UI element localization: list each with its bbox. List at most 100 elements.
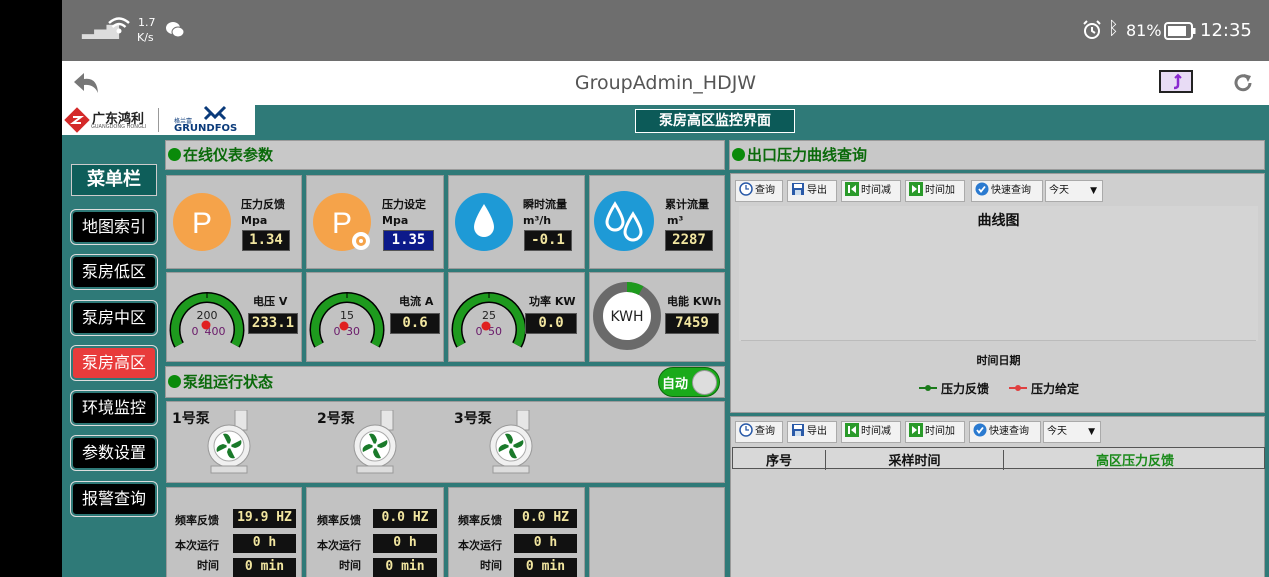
pump-1-stats: 频率反馈 19.9 HZ 本次运行 0 h 时间 0 min	[166, 487, 302, 577]
menu-item-environment[interactable]: 环境监控	[70, 390, 158, 426]
auto-mode-toggle[interactable]: 自动	[658, 367, 720, 397]
curve-export-label: 导出	[807, 185, 827, 196]
pump-1-fan-icon[interactable]	[207, 410, 255, 474]
pressure-setpoint-unit: Mpa	[382, 214, 409, 227]
instant-flow-label: 瞬时流量	[523, 198, 567, 211]
power-gauge-center: 25	[482, 309, 496, 322]
chart-title: 曲线图	[977, 213, 1020, 229]
dropdown-arrow-icon: ▼	[1088, 427, 1095, 437]
pump-3-fan-icon[interactable]	[489, 410, 537, 474]
pump-units-panel: 1号泵 2号泵 3号泵	[166, 401, 725, 483]
voltage-value: 233.1	[248, 313, 298, 334]
logo-divider	[158, 108, 159, 132]
menu-item-map-index[interactable]: 地图索引	[70, 209, 158, 245]
table-range-select[interactable]: 今天 ▼	[1043, 421, 1101, 443]
pressure-feedback-value: 1.34	[242, 230, 290, 251]
clock-icon	[739, 182, 753, 196]
current-gauge: 15 0 30	[309, 292, 385, 348]
page-title: 泵房高区监控界面	[635, 109, 795, 133]
pumps-header: 泵组运行状态	[165, 366, 725, 398]
pump-2-time-label: 时间	[339, 559, 361, 572]
menu-item-settings[interactable]: 参数设置	[70, 435, 158, 471]
table-time-plus-button[interactable]: 时间加	[905, 421, 965, 443]
logo-right-text: GRUNDFOS	[174, 123, 238, 134]
table-quick-query-button[interactable]: 快速查询	[969, 421, 1041, 443]
column-header-pressure-feedback[interactable]: 高区压力反馈	[1004, 450, 1266, 469]
logo-left-sub: GUANGDONG HONGLI	[91, 124, 147, 130]
tile-energy: KWH 电能 KWh 7459	[589, 272, 725, 362]
table-header-row: 序号 采样时间 高区压力反馈	[732, 447, 1266, 470]
menu-item-pump-low[interactable]: 泵房低区	[70, 254, 158, 290]
data-table-panel: 查询 导出 时间减 时间加 快速查询 今天 ▼ 序号 采样时间 高区压力反馈	[730, 416, 1265, 577]
curve-header: 出口压力曲线查询	[729, 140, 1265, 170]
table-time-minus-button[interactable]: 时间减	[841, 421, 901, 443]
pumps-title: 泵组运行状态	[183, 373, 274, 391]
logo-area: 广东鸿利 GUANGDONG HONGLI 格兰富 GRUNDFOS	[62, 105, 255, 135]
water-drop-icon	[455, 193, 513, 251]
voltage-gauge-min: 0	[192, 325, 199, 338]
chart-legend: 压力反馈 压力给定	[911, 380, 1131, 396]
menu-item-pump-high[interactable]: 泵房高区	[70, 345, 158, 381]
curve-time-minus-label: 时间减	[861, 185, 891, 196]
menu-title: 菜单栏	[71, 164, 157, 196]
chart-x-axis	[741, 340, 1256, 341]
pump-2-run-minutes: 0 min	[373, 558, 437, 577]
energy-ring-text: KWH	[610, 309, 643, 325]
water-drops-icon	[594, 191, 654, 251]
curve-chart-area: 曲线图	[739, 206, 1258, 341]
current-value: 0.6	[390, 313, 440, 334]
legend-marker-setpoint	[1009, 385, 1027, 391]
curve-range-value: 今天	[1049, 185, 1069, 196]
menu-item-alarm[interactable]: 报警查询	[70, 481, 158, 517]
clock-time: 12:35	[1200, 20, 1252, 41]
check-circle-icon	[975, 182, 989, 196]
pump-2-fan-icon[interactable]	[353, 410, 401, 474]
energy-label: 电能 KWh	[667, 295, 722, 308]
table-time-minus-label: 时间减	[861, 426, 891, 437]
total-flow-unit: m³	[667, 214, 684, 227]
app-screen: 广东鸿利 GUANGDONG HONGLI 格兰富 GRUNDFOS 泵房高区监…	[62, 105, 1269, 577]
tile-voltage: 200 0 400 电压 V 233.1	[166, 272, 302, 362]
tile-instant-flow: 瞬时流量 m³/h -0.1	[448, 175, 585, 269]
curve-time-plus-button[interactable]: 时间加	[905, 180, 965, 202]
column-header-index[interactable]: 序号	[733, 450, 826, 470]
tile-total-flow: 累计流量 m³ 2287	[589, 175, 725, 269]
legend-marker-feedback	[919, 385, 937, 391]
instant-flow-unit: m³/h	[523, 214, 552, 227]
curve-query-button[interactable]: 查询	[735, 180, 783, 202]
auto-mode-label: 自动	[662, 377, 689, 392]
power-gauge-min: 0	[476, 325, 483, 338]
wifi-icon	[108, 16, 130, 40]
curve-time-minus-button[interactable]: 时间减	[841, 180, 901, 202]
wechat-icon	[165, 21, 185, 43]
hongli-logo-icon	[64, 107, 90, 137]
tile-pressure-feedback: P 压力反馈 Mpa 1.34	[166, 175, 302, 269]
pressure-icon-letter: P	[192, 207, 212, 240]
refresh-icon[interactable]	[1232, 72, 1254, 98]
column-header-sample-time[interactable]: 采样时间	[826, 450, 1004, 470]
grundfos-logo-icon	[202, 105, 228, 125]
pump-2-run-hours: 0 h	[373, 534, 437, 553]
pump-1-time-label: 时间	[197, 559, 219, 572]
pump-1-run-label: 本次运行	[175, 539, 219, 552]
skip-forward-icon	[909, 182, 923, 196]
dropdown-arrow-icon: ▼	[1090, 186, 1097, 196]
pump-2-freq-label: 频率反馈	[317, 514, 361, 527]
power-label: 功率 KW	[529, 295, 576, 308]
total-flow-label: 累计流量	[665, 198, 709, 211]
table-query-button[interactable]: 查询	[735, 421, 783, 443]
rotate-screen-icon[interactable]	[1158, 69, 1194, 99]
tile-power: 25 0 50 功率 KW 0.0	[448, 272, 585, 362]
curve-range-select[interactable]: 今天 ▼	[1045, 180, 1103, 202]
pressure-feedback-label: 压力反馈	[241, 198, 285, 211]
save-icon	[792, 424, 804, 436]
chart-x-axis-label: 时间日期	[976, 354, 1021, 367]
curve-export-button[interactable]: 导出	[787, 180, 837, 202]
curve-quick-query-button[interactable]: 快速查询	[971, 180, 1043, 202]
net-speed-unit: K/s	[137, 31, 154, 44]
table-export-button[interactable]: 导出	[787, 421, 837, 443]
skip-back-icon	[845, 182, 859, 196]
menu-item-pump-mid[interactable]: 泵房中区	[70, 300, 158, 336]
pressure-setpoint-value[interactable]: 1.35	[383, 230, 434, 251]
pressure-feedback-unit: Mpa	[241, 214, 268, 227]
